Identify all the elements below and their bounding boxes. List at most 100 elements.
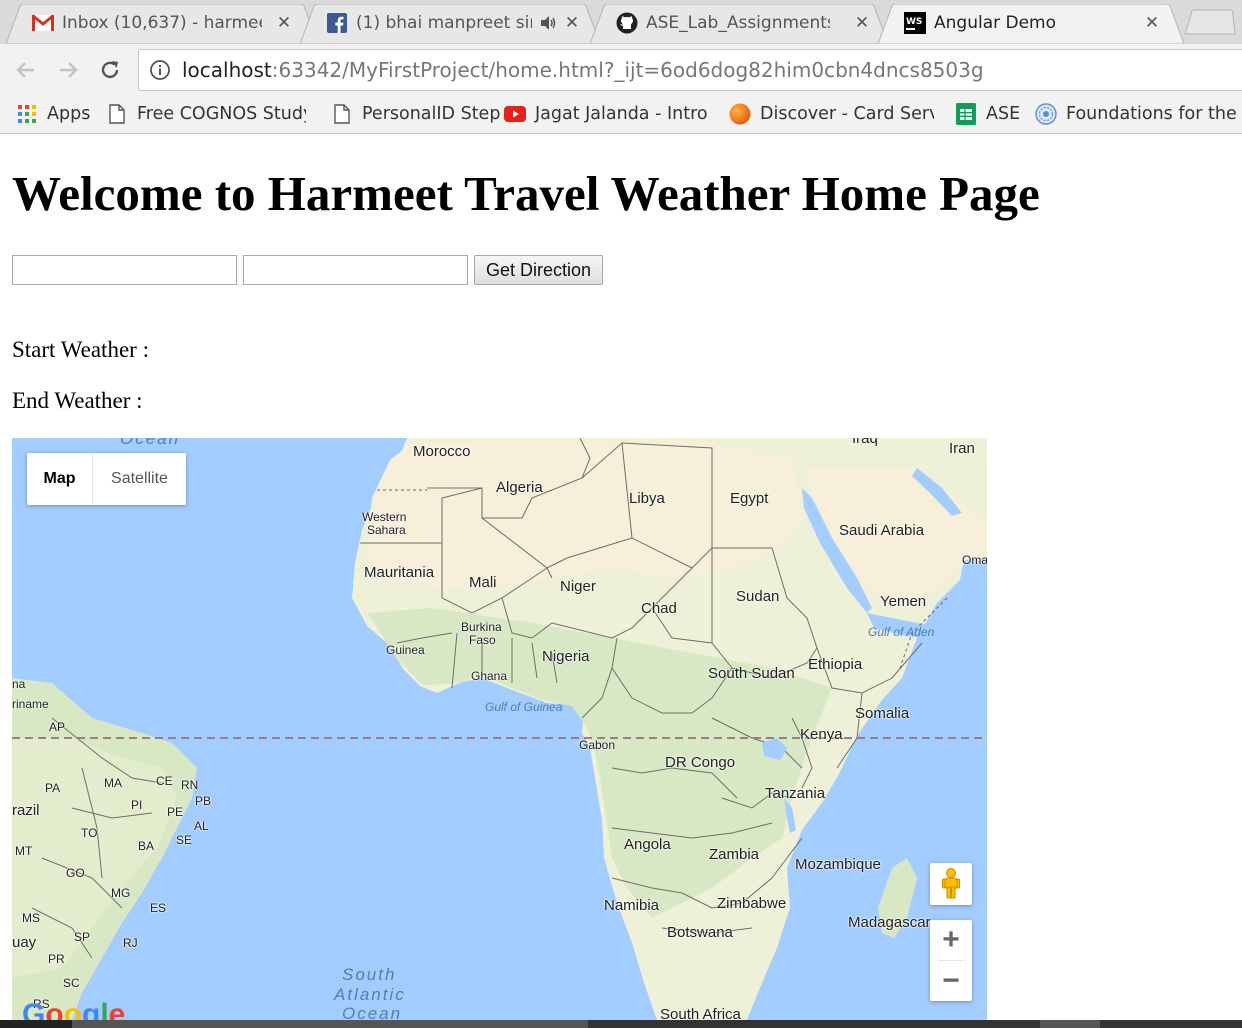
state-label: PR xyxy=(48,952,65,966)
forward-button[interactable] xyxy=(54,56,82,84)
zoom-out-button[interactable]: − xyxy=(930,961,972,1001)
url-text: localhost:63342/MyFirstProject/home.html… xyxy=(182,57,984,83)
country-label: Botswana xyxy=(667,924,733,941)
state-label: MS xyxy=(22,911,40,925)
state-label: AL xyxy=(194,819,209,833)
back-button[interactable] xyxy=(12,56,40,84)
tab-facebook[interactable]: (1) bhai manpreet sing ✕ xyxy=(300,4,600,44)
state-label: SP xyxy=(74,930,91,944)
country-label: Somalia xyxy=(855,705,910,722)
pegman-icon xyxy=(942,868,960,899)
ocean-label: Ocean xyxy=(342,1004,403,1021)
forward-arrow-icon xyxy=(60,62,78,78)
bookmarks-bar: Apps Free COGNOS Study C PersonalID Step… xyxy=(0,96,1242,134)
state-label: MA xyxy=(104,776,122,790)
country-label: Angola xyxy=(624,836,671,853)
state-label: RJ xyxy=(123,936,138,950)
country-label: DR Congo xyxy=(665,754,736,771)
state-label: ES xyxy=(150,901,167,915)
state-label: TO xyxy=(81,826,98,840)
state-label: SC xyxy=(63,976,80,990)
github-icon xyxy=(616,12,638,34)
country-label: Zambia xyxy=(709,846,760,863)
state-label: CE xyxy=(156,774,173,788)
youtube-icon xyxy=(504,103,526,125)
start-weather-label: Start Weather : xyxy=(12,337,149,362)
tab-github[interactable]: ASE_Lab_Assignments/La ✕ xyxy=(590,4,888,44)
street-view-pegman-button[interactable] xyxy=(930,863,972,905)
bookmark-label: Discover - Card Servic xyxy=(760,104,934,124)
speaker-icon[interactable] xyxy=(538,13,558,33)
country-label: uay xyxy=(12,934,37,951)
bookmark-cognos[interactable]: Free COGNOS Study C xyxy=(106,100,306,128)
tab-angular-demo[interactable]: WS Angular Demo ✕ xyxy=(878,4,1184,44)
state-label: BA xyxy=(138,839,155,853)
tab-title: Inbox (10,637) - harmeet xyxy=(62,13,262,33)
start-location-input[interactable] xyxy=(12,255,237,285)
zoom-in-button[interactable]: + xyxy=(930,920,972,960)
new-tab-button[interactable] xyxy=(1184,9,1236,35)
map[interactable]: Ocean Iraq Iran Morocco Algeria Libya Eg… xyxy=(12,438,987,1020)
reload-button[interactable] xyxy=(96,56,124,84)
back-arrow-icon xyxy=(16,62,34,78)
google-logo[interactable]: Google xyxy=(22,998,125,1020)
country-label: Yemen xyxy=(880,593,927,610)
browser-toolbar: localhost:63342/MyFirstProject/home.html… xyxy=(0,44,1242,96)
tab-gmail[interactable]: Inbox (10,637) - harmeet ✕ xyxy=(6,4,318,44)
country-label: Guinea xyxy=(386,643,425,657)
state-label: AP xyxy=(49,720,66,734)
bookmark-foundations[interactable]: Foundations for the St xyxy=(1035,100,1242,128)
get-direction-button[interactable]: Get Direction xyxy=(474,255,603,285)
country-label: South Africa xyxy=(660,1006,741,1020)
bookmark-jagat[interactable]: Jagat Jalanda - Intro - xyxy=(504,100,707,128)
close-icon[interactable]: ✕ xyxy=(562,12,582,34)
country-label: Gabon xyxy=(579,738,616,752)
map-type-map-button[interactable]: Map xyxy=(27,453,93,505)
country-label: Niger xyxy=(560,578,596,595)
end-weather-label: End Weather : xyxy=(12,388,143,413)
tab-title: (1) bhai manpreet sing xyxy=(356,13,532,33)
bookmark-label: Apps xyxy=(47,104,91,124)
end-location-input[interactable] xyxy=(243,255,468,285)
water-label: Gulf of Aden xyxy=(868,625,935,639)
tab-title: Angular Demo xyxy=(934,13,1057,33)
bookmark-ase[interactable]: ASE xyxy=(955,100,1020,128)
country-label: na xyxy=(12,677,26,691)
info-icon[interactable] xyxy=(149,59,171,81)
page-icon xyxy=(331,103,353,125)
address-bar[interactable]: localhost:63342/MyFirstProject/home.html… xyxy=(138,49,1242,91)
country-label: Kenya xyxy=(800,726,843,743)
country-label: Chad xyxy=(641,600,677,617)
country-label: Tanzania xyxy=(765,785,826,802)
bookmark-discover[interactable]: Discover - Card Servic xyxy=(729,100,934,128)
country-label: Morocco xyxy=(413,443,471,460)
country-label: Madagascar xyxy=(848,914,931,931)
facebook-icon xyxy=(326,12,348,34)
ocean-label: Atlantic xyxy=(334,985,406,1004)
close-icon[interactable]: ✕ xyxy=(1142,12,1162,34)
state-label: PB xyxy=(195,794,212,808)
country-label: Sahara xyxy=(367,523,406,537)
close-icon[interactable]: ✕ xyxy=(852,12,872,34)
country-label: Algeria xyxy=(496,479,543,496)
tab-title: ASE_Lab_Assignments/La xyxy=(646,13,830,33)
url-host: localhost xyxy=(182,58,272,82)
reload-icon xyxy=(101,61,119,79)
map-type-satellite-button[interactable]: Satellite xyxy=(93,453,186,505)
state-label: PI xyxy=(131,798,143,812)
country-label: Ethiopia xyxy=(808,656,863,673)
country-label: Oma xyxy=(962,553,987,567)
bookmark-label: PersonalID Step xyxy=(362,104,501,124)
country-label: Egypt xyxy=(730,490,769,507)
bookmark-apps[interactable]: Apps xyxy=(16,100,90,128)
bookmark-label: ASE xyxy=(986,104,1021,124)
close-icon[interactable]: ✕ xyxy=(274,12,294,34)
state-label: GO xyxy=(66,866,85,880)
country-label: riname xyxy=(12,697,49,711)
country-label: Nigeria xyxy=(542,648,590,665)
bookmark-personalid[interactable]: PersonalID Step xyxy=(331,100,500,128)
state-label: PE xyxy=(167,805,184,819)
discover-icon xyxy=(729,103,751,125)
country-label: Mali xyxy=(469,574,497,591)
taskbar-strip xyxy=(0,1020,1242,1028)
